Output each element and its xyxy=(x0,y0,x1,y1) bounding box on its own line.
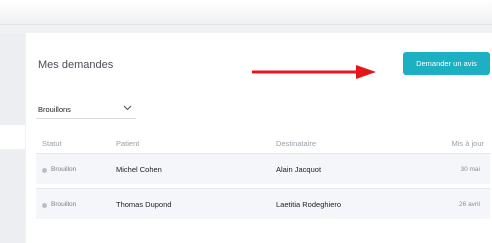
status-filter-select[interactable]: Brouillons xyxy=(36,100,136,119)
table-row[interactable]: Brouillon Thomas Dupond Laetitia Rodeghi… xyxy=(36,188,490,219)
chevron-down-icon xyxy=(123,105,132,111)
request-opinion-button[interactable]: Demander un avis xyxy=(403,52,490,75)
row-date: 30 mai xyxy=(460,166,480,173)
status-filter-value: Brouillons xyxy=(38,104,71,114)
header-destinataire[interactable]: Destinataire xyxy=(276,139,316,148)
arrow-annotation-icon xyxy=(252,65,376,79)
side-strip-gap xyxy=(0,125,25,149)
row-patient: Thomas Dupond xyxy=(116,200,172,209)
row-patient: Michel Cohen xyxy=(116,165,162,174)
table-row[interactable]: Brouillon Michel Cohen Alain Jacquot 30 … xyxy=(36,153,490,184)
header-patient[interactable]: Patient xyxy=(116,139,139,148)
table-header: Statut Patient Destinataire Mis à jour xyxy=(36,137,490,151)
row-status: Brouillon xyxy=(51,201,77,208)
row-date: 26 avril xyxy=(459,201,480,208)
header-statut[interactable]: Statut xyxy=(42,139,62,148)
row-recipient: Alain Jacquot xyxy=(276,165,322,174)
status-dot-icon xyxy=(42,203,47,208)
side-strip xyxy=(0,33,25,243)
header-updated[interactable]: Mis à jour xyxy=(451,139,484,148)
top-bar xyxy=(0,0,492,25)
page-title: Mes demandes xyxy=(38,59,114,71)
status-dot-icon xyxy=(42,168,47,173)
requests-panel: Mes demandes Demander un avis Brouillons… xyxy=(26,33,492,243)
row-status: Brouillon xyxy=(51,166,77,173)
row-recipient: Laetitia Rodeghiero xyxy=(276,200,342,209)
